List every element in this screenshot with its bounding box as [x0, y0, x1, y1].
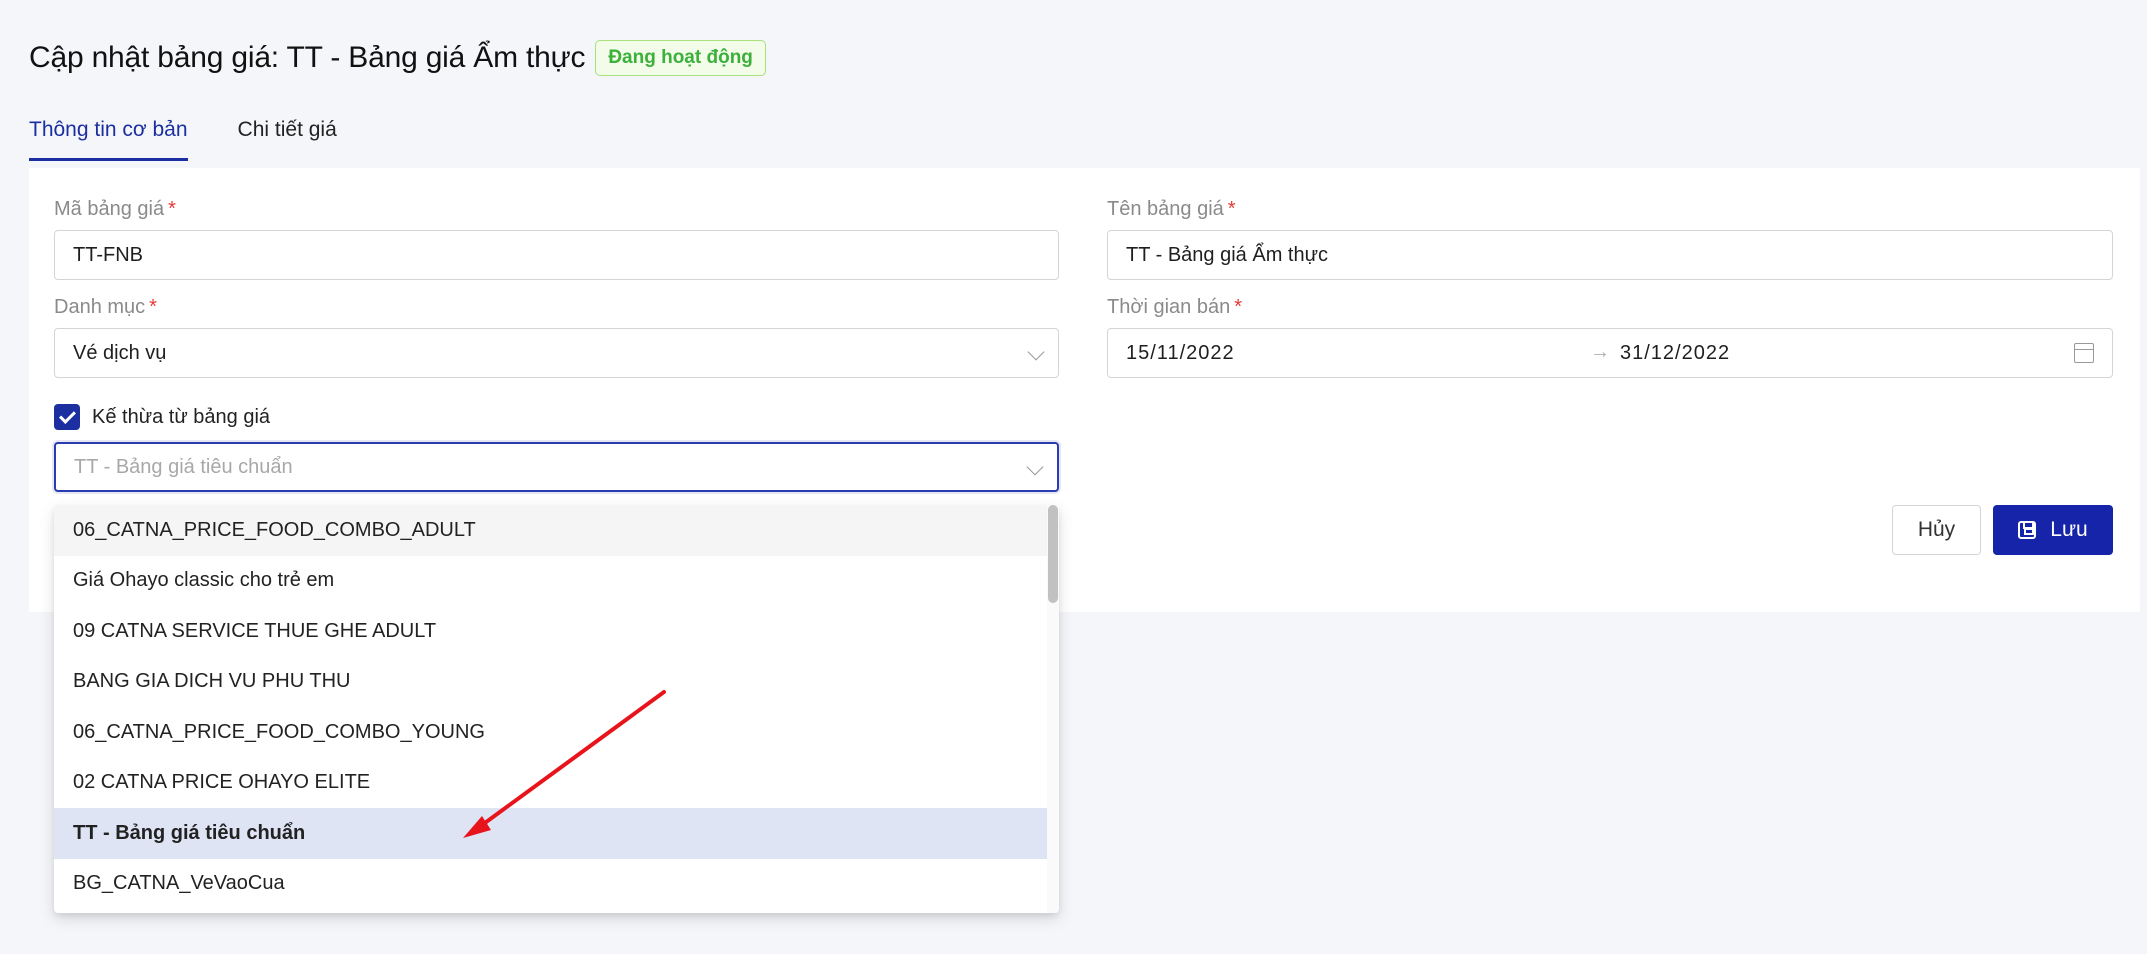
sale-period-label-text: Thời gian bán: [1107, 296, 1231, 318]
required-mark: *: [1227, 198, 1236, 220]
name-value: TT - Bảng giá Ẩm thực: [1126, 243, 1328, 266]
price-list-dropdown[interactable]: 06_CATNA_PRICE_FOOD_COMBO_ADULT Giá Ohay…: [54, 505, 1059, 913]
required-mark: *: [168, 198, 176, 220]
name-input[interactable]: TT - Bảng giá Ẩm thực: [1107, 230, 2113, 280]
dropdown-option[interactable]: 02 CATNA PRICE OHAYO ELITE: [54, 758, 1048, 809]
code-input[interactable]: TT-FNB: [54, 230, 1059, 280]
tab-price-details[interactable]: Chi tiết giá: [238, 118, 337, 161]
sale-period-label: Thời gian bán *: [1107, 296, 1242, 319]
start-date[interactable]: 15/11/2022: [1126, 342, 1235, 365]
dropdown-option-selected[interactable]: TT - Bảng giá tiêu chuẩn: [54, 808, 1048, 859]
range-arrow-icon: →: [1590, 341, 1610, 363]
category-label-text: Danh mục: [54, 296, 146, 318]
dropdown-scrollbar-track[interactable]: [1047, 505, 1059, 913]
page-title: Cập nhật bảng giá: TT - Bảng giá Ẩm thực: [29, 41, 586, 74]
chevron-down-icon: [1027, 343, 1045, 361]
dropdown-option[interactable]: BANG GIA DICH VU PHU THU: [54, 657, 1048, 708]
name-label: Tên bảng giá *: [1107, 198, 1236, 221]
cancel-button-label: Hủy: [1917, 518, 1956, 541]
dropdown-option[interactable]: 06_CATNA_PRICE_FOOD_COMBO_ADULT: [54, 505, 1048, 556]
dropdown-scrollbar-thumb[interactable]: [1048, 505, 1058, 603]
inherit-label: Kế thừa từ bảng giá: [92, 406, 271, 428]
chevron-down-icon: [1026, 458, 1044, 476]
category-select[interactable]: Vé dịch vụ: [54, 328, 1059, 378]
code-label: Mã bảng giá *: [54, 198, 176, 221]
page-header: Cập nhật bảng giá: TT - Bảng giá Ẩm thực…: [29, 40, 766, 76]
end-date[interactable]: 31/12/2022: [1620, 342, 1730, 365]
tab-basic-info[interactable]: Thông tin cơ bản: [29, 118, 188, 161]
inherit-price-list-select[interactable]: TT - Bảng giá tiêu chuẩn: [54, 442, 1059, 492]
dropdown-option[interactable]: BG_CATNA_VeVaoCua: [54, 859, 1048, 910]
dropdown-option[interactable]: Giá Ohayo classic cho trẻ em: [54, 556, 1048, 607]
save-button-label: Lưu: [2050, 518, 2088, 541]
code-value: TT-FNB: [73, 243, 143, 266]
dropdown-option[interactable]: 09 CATNA SERVICE THUE GHE ADULT: [54, 606, 1048, 657]
sale-period-range-picker[interactable]: 15/11/2022 → 31/12/2022: [1107, 328, 2113, 378]
name-label-text: Tên bảng giá: [1107, 198, 1224, 220]
cancel-button[interactable]: Hủy: [1892, 505, 1981, 555]
category-value: Vé dịch vụ: [73, 341, 167, 364]
status-badge: Đang hoạt động: [595, 40, 766, 76]
inherit-placeholder: TT - Bảng giá tiêu chuẩn: [74, 455, 293, 478]
tab-bar: Thông tin cơ bản Chi tiết giá: [29, 118, 387, 161]
inherit-checkbox[interactable]: [54, 404, 80, 430]
required-mark: *: [149, 296, 157, 318]
code-label-text: Mã bảng giá: [54, 198, 165, 220]
category-label: Danh mục *: [54, 296, 157, 319]
calendar-icon[interactable]: [2074, 343, 2094, 363]
save-button[interactable]: Lưu: [1993, 505, 2113, 555]
save-icon: [2018, 521, 2037, 539]
required-mark: *: [1234, 296, 1242, 318]
dropdown-option[interactable]: 06_CATNA_PRICE_FOOD_COMBO_YOUNG: [54, 707, 1048, 758]
